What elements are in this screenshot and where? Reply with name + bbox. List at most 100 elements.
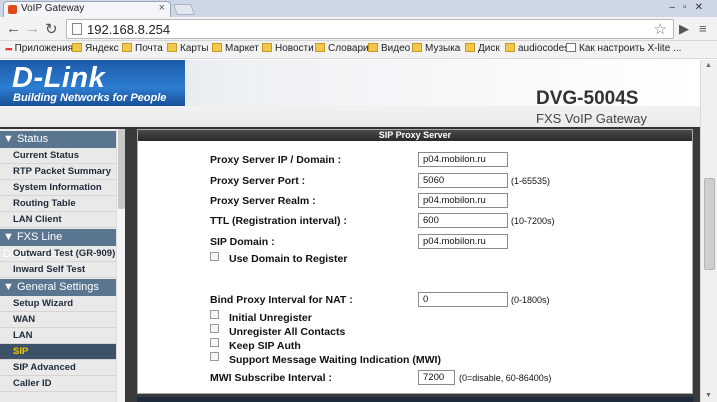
sidebar-item-sip[interactable]: SIP bbox=[0, 344, 116, 360]
folder-icon bbox=[72, 43, 82, 52]
bookmark-item[interactable]: Почта bbox=[122, 43, 163, 54]
tab-title: VoIP Gateway bbox=[21, 3, 85, 14]
use-domain-checkbox[interactable] bbox=[210, 252, 219, 261]
folder-icon bbox=[465, 43, 475, 52]
bookmark-item[interactable]: audiocodes bbox=[505, 43, 569, 54]
sidebar-item-inward-self-test[interactable]: Inward Self Test bbox=[0, 262, 116, 278]
bookmark-item[interactable]: Как настроить X-lite ... bbox=[566, 43, 681, 54]
ttl-label: TTL (Registration interval) : bbox=[210, 215, 347, 227]
sidebar-scrollbar[interactable] bbox=[116, 129, 125, 402]
product-name: FXS VoIP Gateway bbox=[536, 111, 648, 126]
folder-icon bbox=[262, 43, 272, 52]
proxy-ip-input[interactable]: p04.mobilon.ru bbox=[418, 152, 508, 167]
bookmarks-bar: ▪▪▪ Приложения Яндекс Почта Карты Маркет … bbox=[0, 41, 717, 59]
use-domain-label: Use Domain to Register bbox=[229, 253, 348, 265]
sip-proxy-panel: SIP Proxy Server Proxy Server IP / Domai… bbox=[137, 129, 693, 394]
sidebar-item-lan[interactable]: LAN bbox=[0, 328, 116, 344]
browser-tab-strip: VoIP Gateway × –▫✕ bbox=[0, 0, 717, 17]
scroll-up-icon[interactable]: ▲ bbox=[705, 62, 712, 69]
address-bar[interactable]: 192.168.8.254 ☆ bbox=[66, 19, 674, 39]
sidebar-group-fxs-line-diagnostics[interactable]: ▼ FXS Line Diagnostics bbox=[0, 229, 116, 260]
mwi-interval-hint: (0=disable, 60-86400s) bbox=[459, 373, 552, 383]
sidebar-item-system-information[interactable]: System Information bbox=[0, 180, 116, 196]
menu-icon[interactable]: ≡ bbox=[699, 21, 707, 36]
bind-proxy-input[interactable]: 0 bbox=[418, 292, 508, 307]
bookmark-item[interactable]: Новости bbox=[262, 43, 314, 54]
bookmark-item[interactable]: Маркет bbox=[212, 43, 259, 54]
sidebar-item-outward-test[interactable]: Outward Test (GR-909) bbox=[0, 246, 116, 262]
bookmark-apps[interactable]: ▪▪▪ Приложения bbox=[5, 43, 73, 54]
bookmark-item[interactable]: Музыка bbox=[412, 43, 460, 54]
model-name: DVG-5004S bbox=[536, 88, 639, 109]
initial-unregister-label: Initial Unregister bbox=[229, 312, 312, 324]
initial-unregister-checkbox[interactable] bbox=[210, 310, 219, 319]
new-tab-button[interactable] bbox=[172, 4, 196, 15]
mwi-interval-label: MWI Subscribe Interval : bbox=[210, 372, 332, 384]
mwi-label: Support Message Waiting Indication (MWI) bbox=[229, 354, 441, 366]
sidebar-group-status[interactable]: ▼ Status bbox=[0, 131, 116, 148]
folder-icon bbox=[122, 43, 132, 52]
page-icon bbox=[566, 43, 576, 52]
logo-text: D-Link bbox=[12, 62, 106, 94]
folder-icon bbox=[412, 43, 422, 52]
sidebar-item-rtp-packet-summary[interactable]: RTP Packet Summary bbox=[0, 164, 116, 180]
sip-domain-label: SIP Domain : bbox=[210, 236, 275, 248]
forward-arrow-icon[interactable]: → bbox=[25, 20, 40, 37]
folder-icon bbox=[505, 43, 515, 52]
page-scrollbar[interactable]: ▲ ▼ bbox=[700, 60, 717, 402]
bind-proxy-label: Bind Proxy Interval for NAT : bbox=[210, 294, 353, 306]
ttl-hint: (10-7200s) bbox=[511, 216, 555, 226]
bookmark-item[interactable]: Яндекс bbox=[72, 43, 119, 54]
browser-tab[interactable]: VoIP Gateway × bbox=[3, 1, 171, 17]
bind-proxy-hint: (0-1800s) bbox=[511, 295, 550, 305]
sidebar-group-general-settings[interactable]: ▼ General Settings bbox=[0, 279, 116, 296]
bookmark-item[interactable]: Диск bbox=[465, 43, 500, 54]
mwi-checkbox[interactable] bbox=[210, 352, 219, 361]
page-header: D-Link Building Networks for People DVG-… bbox=[0, 60, 700, 129]
proxy-port-input[interactable]: 5060 bbox=[418, 173, 508, 188]
next-section-bar bbox=[137, 397, 693, 402]
sidebar-item-caller-id[interactable]: Caller ID bbox=[0, 376, 116, 392]
sidebar-item-current-status[interactable]: Current Status bbox=[0, 148, 116, 164]
sidebar-nav: ▼ Status Current Status RTP Packet Summa… bbox=[0, 129, 116, 402]
extension-icon[interactable]: ▶ bbox=[679, 21, 689, 37]
ttl-input[interactable]: 600 bbox=[418, 213, 508, 228]
folder-icon bbox=[368, 43, 378, 52]
scroll-down-icon[interactable]: ▼ bbox=[705, 392, 712, 399]
sidebar-scroll-thumb[interactable] bbox=[118, 129, 125, 209]
mwi-interval-input[interactable]: 7200 bbox=[418, 370, 455, 385]
favicon-icon bbox=[8, 5, 17, 14]
bookmark-item[interactable]: Видео bbox=[368, 43, 410, 54]
proxy-ip-label: Proxy Server IP / Domain : bbox=[210, 154, 342, 166]
folder-icon bbox=[315, 43, 325, 52]
sidebar-item-sip-advanced[interactable]: SIP Advanced bbox=[0, 360, 116, 376]
sidebar-item-setup-wizard[interactable]: Setup Wizard bbox=[0, 296, 116, 312]
proxy-port-label: Proxy Server Port : bbox=[210, 175, 306, 187]
folder-icon bbox=[212, 43, 222, 52]
unregister-all-checkbox[interactable] bbox=[210, 324, 219, 333]
keep-sip-auth-checkbox[interactable] bbox=[210, 338, 219, 347]
page-icon bbox=[72, 23, 82, 35]
proxy-realm-input[interactable]: p04.mobilon.ru bbox=[418, 193, 508, 208]
sidebar-item-lan-client[interactable]: LAN Client bbox=[0, 212, 116, 228]
folder-icon bbox=[167, 43, 177, 52]
apps-grid-icon: ▪▪▪ bbox=[5, 44, 13, 54]
bookmark-item[interactable]: Карты bbox=[167, 43, 209, 54]
sip-domain-input[interactable]: p04.mobilon.ru bbox=[418, 234, 508, 249]
window-controls[interactable]: –▫✕ bbox=[670, 2, 712, 13]
keep-sip-auth-label: Keep SIP Auth bbox=[229, 340, 301, 352]
bookmark-star-icon[interactable]: ☆ bbox=[654, 20, 667, 38]
unregister-all-label: Unregister All Contacts bbox=[229, 326, 346, 338]
page-scroll-thumb[interactable] bbox=[704, 178, 715, 270]
panel-title: SIP Proxy Server bbox=[138, 130, 692, 141]
main-content: SIP Proxy Server Proxy Server IP / Domai… bbox=[125, 129, 700, 402]
bookmark-item[interactable]: Словари bbox=[315, 43, 369, 54]
sidebar-item-wan[interactable]: WAN bbox=[0, 312, 116, 328]
logo-tagline: Building Networks for People bbox=[13, 92, 167, 104]
close-tab-icon[interactable]: × bbox=[159, 2, 165, 14]
back-arrow-icon[interactable]: ← bbox=[6, 20, 21, 37]
sidebar-item-routing-table[interactable]: Routing Table bbox=[0, 196, 116, 212]
dlink-logo: D-Link Building Networks for People bbox=[0, 60, 185, 106]
reload-icon[interactable]: ↻ bbox=[45, 20, 58, 38]
url-text[interactable]: 192.168.8.254 bbox=[87, 22, 170, 37]
